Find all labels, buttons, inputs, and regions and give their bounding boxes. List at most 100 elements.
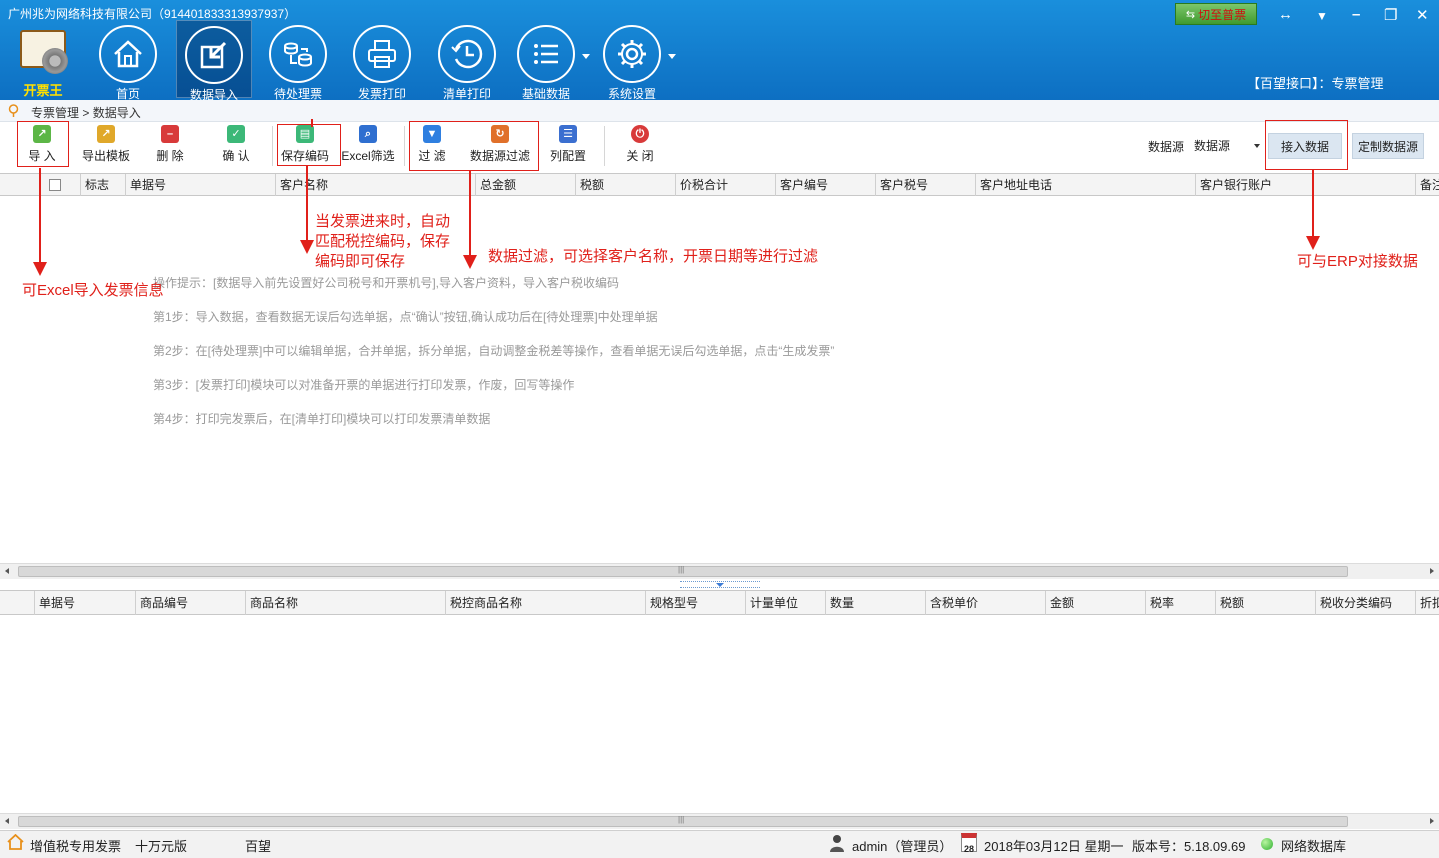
select-all-checkbox[interactable] [49, 179, 61, 191]
grip-icon: ||| [678, 815, 685, 824]
close-label: 关 闭 [626, 149, 654, 163]
scroll-left-icon[interactable] [5, 818, 9, 824]
tip-line: 第4步：打印完发票后，在[清单打印]模块可以打印发票清单数据 [153, 412, 491, 426]
breadcrumb-separator: > [82, 106, 90, 120]
panel-splitter[interactable] [0, 580, 1439, 589]
confirm-button[interactable]: ✓ 确 认 [214, 125, 258, 167]
invoice-type-status: 增值税专用发票 [30, 839, 122, 854]
column-header[interactable]: 计量单位 [745, 591, 825, 615]
annotation-arrow-line [311, 119, 313, 127]
delete-label: 删 除 [156, 149, 184, 163]
column-header[interactable]: 价税合计 [675, 174, 775, 196]
excel-filter-button[interactable]: ⌕ Excel筛选 [340, 125, 396, 167]
column-header[interactable]: 商品编号 [135, 591, 245, 615]
column-header[interactable]: 折扣 [1415, 591, 1439, 615]
column-header[interactable]: 规格型号 [645, 591, 745, 615]
calendar-icon: 28 [961, 833, 977, 854]
tip-line: 操作提示：[数据导入前先设置好公司税号和开票机号],导入客户资料，导入客户税收编… [153, 276, 620, 290]
dropdown-menu-icon[interactable]: ▼ [1316, 9, 1328, 23]
switch-arrows-icon: ⇆ [1185, 8, 1196, 21]
select-all-cell [40, 174, 80, 196]
column-config-button[interactable]: ☰ 列配置 [546, 125, 590, 167]
annotation-erp: 可与ERP对接数据 [1297, 253, 1418, 270]
column-header[interactable]: 客户名称 [275, 174, 475, 196]
export-file-icon: ↗ [97, 125, 115, 143]
close-button[interactable]: ⏻ 关 闭 [618, 125, 662, 167]
export-template-button[interactable]: ↗ 导出模板 [78, 125, 134, 167]
nav-base-data[interactable]: 基础数据 [508, 20, 590, 101]
annotation-box-erp [1265, 120, 1348, 170]
nav-settings[interactable]: 系统设置 [594, 20, 676, 101]
annotation-save-code: 当发票进来时，自动 匹配税控编码，保存 编码即可保存 [315, 212, 450, 272]
horizontal-scrollbar[interactable]: ||| [0, 813, 1439, 829]
collapse-arrow-icon[interactable] [716, 583, 724, 587]
breadcrumb: 专票管理 > 数据导入 [31, 104, 141, 121]
column-header[interactable]: 税收分类编码 [1315, 591, 1415, 615]
datasource-select[interactable]: 数据源 [1191, 133, 1265, 157]
column-header[interactable]: 数量 [825, 591, 925, 615]
module-title: 【百望接口】：专票管理 [1247, 76, 1384, 91]
maximize-icon[interactable]: ❐ [1384, 6, 1397, 24]
column-header[interactable]: 金额 [1045, 591, 1145, 615]
dropdown-arrow-icon[interactable] [582, 54, 590, 59]
restore-size-icon[interactable]: ↔ [1278, 6, 1293, 23]
detail-grid-header: 单据号 商品编号 商品名称 税控商品名称 规格型号 计量单位 数量 含税单价 金… [0, 590, 1439, 615]
column-header[interactable]: 商品名称 [245, 591, 445, 615]
scroll-right-icon[interactable] [1430, 818, 1434, 824]
annotation-arrow-head [1306, 236, 1320, 250]
gear-icon [603, 25, 661, 83]
nav-data-import[interactable]: 数据导入 [176, 20, 252, 102]
column-header[interactable]: 客户编号 [775, 174, 875, 196]
nav-home[interactable]: 首页 [90, 20, 166, 101]
user-icon [830, 835, 844, 852]
home-icon [99, 25, 157, 83]
annotation-box-save-code [277, 124, 341, 166]
horizontal-scrollbar[interactable]: ||| [0, 563, 1439, 579]
column-header[interactable]: 客户银行账户 [1195, 174, 1415, 196]
nav-pending[interactable]: 待处理票 [260, 20, 336, 101]
breadcrumb-parent[interactable]: 专票管理 [31, 106, 79, 120]
annotation-arrow-line [1312, 170, 1314, 238]
column-header[interactable]: 备注 [1415, 174, 1439, 196]
toolbar-divider [272, 126, 273, 166]
column-header[interactable]: 税额 [1215, 591, 1315, 615]
annotation-arrow-line [39, 168, 41, 264]
limit-status: 十万元版 [135, 839, 188, 854]
switch-label: 切至普票 [1198, 7, 1247, 22]
dropdown-arrow-icon[interactable] [668, 54, 676, 59]
column-header[interactable]: 税率 [1145, 591, 1215, 615]
switch-to-normal-invoice-button[interactable]: ⇆ 切至普票 [1175, 3, 1257, 25]
column-header[interactable]: 客户地址电话 [975, 174, 1195, 196]
annotation-box-import [17, 121, 69, 167]
column-header[interactable]: 含税单价 [925, 591, 1045, 615]
date-status: 2018年03月12日 星期一 [984, 839, 1124, 854]
datasource-label: 数据源 [1148, 140, 1185, 154]
list-icon [517, 25, 575, 83]
invoice-grid-header: 标志 单据号 客户名称 总金额 税额 价税合计 客户编号 客户税号 客户地址电话… [0, 173, 1439, 196]
column-header[interactable]: 单据号 [34, 591, 135, 615]
nav-invoice-print[interactable]: 发票打印 [344, 20, 420, 101]
column-header[interactable]: 总金额 [475, 174, 575, 196]
export-template-label: 导出模板 [81, 149, 130, 163]
scroll-left-icon[interactable] [5, 568, 9, 574]
delete-button[interactable]: – 删 除 [148, 125, 192, 167]
close-window-icon[interactable]: ✕ [1416, 6, 1429, 24]
column-header[interactable]: 税控商品名称 [445, 591, 645, 615]
column-header[interactable]: 客户税号 [875, 174, 975, 196]
clock-icon [438, 25, 496, 83]
provider-status: 百望 [245, 839, 272, 854]
annotation-arrow-line [469, 171, 471, 257]
custom-datasource-button[interactable]: 定制数据源 [1352, 133, 1424, 159]
annotation-line: 当发票进来时，自动 [315, 213, 451, 230]
minimize-icon[interactable]: – [1352, 6, 1360, 23]
column-header[interactable]: 单据号 [125, 174, 275, 196]
nav-list-print[interactable]: 清单打印 [429, 20, 505, 101]
annotation-arrow-head [463, 255, 477, 269]
columns-icon: ☰ [559, 125, 577, 143]
annotation-filter: 数据过滤，可选择客户名称，开票日期等进行过滤 [488, 248, 819, 265]
column-header[interactable]: 税额 [575, 174, 675, 196]
user-status: admin（管理员） [852, 839, 953, 854]
column-header[interactable]: 标志 [80, 174, 125, 196]
annotation-arrow-line [306, 166, 308, 242]
scroll-right-icon[interactable] [1430, 568, 1434, 574]
